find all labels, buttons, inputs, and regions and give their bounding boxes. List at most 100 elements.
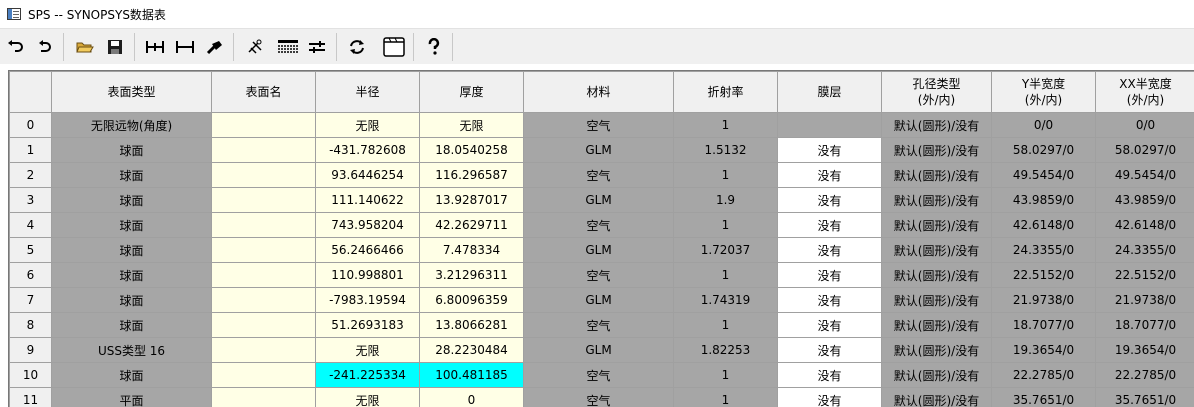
list-button[interactable]: [277, 36, 299, 58]
y-semi-width-cell[interactable]: 42.6148/0: [991, 212, 1096, 238]
surface-type-cell[interactable]: 球面: [51, 287, 212, 313]
xx-semi-width-header[interactable]: XX半宽度 (外/内): [1095, 71, 1194, 113]
refractive-index-cell[interactable]: 1: [673, 162, 778, 188]
xx-semi-width-cell[interactable]: 42.6148/0: [1095, 212, 1194, 238]
surface-name-cell[interactable]: [211, 162, 316, 188]
y-semi-width-cell[interactable]: 43.9859/0: [991, 187, 1096, 213]
surface-type-cell[interactable]: 无限远物(角度): [51, 112, 212, 138]
material-cell[interactable]: GLM: [523, 237, 674, 263]
y-semi-width-cell[interactable]: 22.5152/0: [991, 262, 1096, 288]
delete-surface-button[interactable]: [174, 36, 196, 58]
y-semi-width-cell[interactable]: 35.7651/0: [991, 387, 1096, 407]
thickness-cell[interactable]: 7.478334: [419, 237, 524, 263]
surface-type-cell[interactable]: 平面: [51, 387, 212, 407]
xx-semi-width-cell[interactable]: 18.7077/0: [1095, 312, 1194, 338]
y-semi-width-header[interactable]: Y半宽度 (外/内): [991, 71, 1096, 113]
aperture-type-cell[interactable]: 默认(圆形)/没有: [881, 187, 992, 213]
radius-cell[interactable]: 无限: [315, 337, 420, 363]
row-number[interactable]: 2: [9, 162, 52, 188]
material-cell[interactable]: GLM: [523, 287, 674, 313]
row-number[interactable]: 5: [9, 237, 52, 263]
aperture-type-cell[interactable]: 默认(圆形)/没有: [881, 137, 992, 163]
radius-cell[interactable]: 743.958204: [315, 212, 420, 238]
xx-semi-width-cell[interactable]: 19.3654/0: [1095, 337, 1194, 363]
table-row[interactable]: 5 球面 56.2466466 7.478334 GLM 1.72037 没有 默认(圆形)/…: [9, 237, 1194, 263]
surface-name-cell[interactable]: [211, 287, 316, 313]
surface-name-cell[interactable]: [211, 212, 316, 238]
material-cell[interactable]: GLM: [523, 187, 674, 213]
thickness-cell[interactable]: 6.80096359: [419, 287, 524, 313]
radius-cell[interactable]: 110.998801: [315, 262, 420, 288]
material-cell[interactable]: 空气: [523, 312, 674, 338]
refractive-index-cell[interactable]: 1.72037: [673, 237, 778, 263]
aperture-type-cell[interactable]: 默认(圆形)/没有: [881, 237, 992, 263]
surface-name-cell[interactable]: [211, 337, 316, 363]
surface-name-header[interactable]: 表面名: [211, 71, 316, 113]
surface-name-cell[interactable]: [211, 262, 316, 288]
row-number[interactable]: 3: [9, 187, 52, 213]
table-row[interactable]: 2 球面 93.6446254 116.296587 空气 1 没有 默认(圆形)/没有 49.…: [9, 162, 1194, 188]
coating-cell[interactable]: 没有: [777, 187, 882, 213]
radius-cell[interactable]: 111.140622: [315, 187, 420, 213]
table-row[interactable]: 1 球面 -431.782608 18.0540258 GLM 1.5132 没有 默认(圆形…: [9, 137, 1194, 163]
aperture-type-cell[interactable]: 默认(圆形)/没有: [881, 312, 992, 338]
help-button[interactable]: [423, 36, 445, 58]
row-number[interactable]: 7: [9, 287, 52, 313]
surface-name-cell[interactable]: [211, 112, 316, 138]
table-row[interactable]: 3 球面 111.140622 13.9287017 GLM 1.9 没有 默认(圆形)/没有…: [9, 187, 1194, 213]
refractive-index-cell[interactable]: 1: [673, 362, 778, 388]
refractive-index-cell[interactable]: 1: [673, 212, 778, 238]
radius-cell[interactable]: 无限: [315, 112, 420, 138]
surface-name-cell[interactable]: [211, 312, 316, 338]
material-cell[interactable]: 空气: [523, 387, 674, 407]
xx-semi-width-cell[interactable]: 43.9859/0: [1095, 187, 1194, 213]
surface-type-cell[interactable]: 球面: [51, 162, 212, 188]
thickness-cell[interactable]: 42.2629711: [419, 212, 524, 238]
surface-name-cell[interactable]: [211, 237, 316, 263]
surface-type-header[interactable]: 表面类型: [51, 71, 212, 113]
surface-type-cell[interactable]: USS类型 16: [51, 337, 212, 363]
stop-button[interactable]: [204, 36, 226, 58]
radius-cell[interactable]: -241.225334: [315, 362, 420, 388]
xx-semi-width-cell[interactable]: 22.5152/0: [1095, 262, 1194, 288]
radius-cell[interactable]: -7983.19594: [315, 287, 420, 313]
aperture-type-cell[interactable]: 默认(圆形)/没有: [881, 362, 992, 388]
thickness-cell[interactable]: 100.481185: [419, 362, 524, 388]
table-row[interactable]: 4 球面 743.958204 42.2629711 空气 1 没有 默认(圆形)/没有 42.…: [9, 212, 1194, 238]
row-number[interactable]: 8: [9, 312, 52, 338]
material-cell[interactable]: 空气: [523, 262, 674, 288]
row-number[interactable]: 0: [9, 112, 52, 138]
coating-cell[interactable]: 没有: [777, 287, 882, 313]
radius-header[interactable]: 半径: [315, 71, 420, 113]
surface-type-cell[interactable]: 球面: [51, 212, 212, 238]
y-semi-width-cell[interactable]: 58.0297/0: [991, 137, 1096, 163]
xx-semi-width-cell[interactable]: 24.3355/0: [1095, 237, 1194, 263]
material-cell[interactable]: 空气: [523, 212, 674, 238]
radius-cell[interactable]: 51.2693183: [315, 312, 420, 338]
surface-name-cell[interactable]: [211, 362, 316, 388]
thickness-cell[interactable]: 13.9287017: [419, 187, 524, 213]
xx-semi-width-cell[interactable]: 21.9738/0: [1095, 287, 1194, 313]
refractive-index-cell[interactable]: 1.74319: [673, 287, 778, 313]
y-semi-width-cell[interactable]: 18.7077/0: [991, 312, 1096, 338]
row-number[interactable]: 4: [9, 212, 52, 238]
thickness-cell[interactable]: 18.0540258: [419, 137, 524, 163]
coating-cell[interactable]: 没有: [777, 337, 882, 363]
material-cell[interactable]: GLM: [523, 137, 674, 163]
table-row[interactable]: 9 USS类型 16 无限 28.2230484 GLM 1.82253 没有 默认(圆形)/…: [9, 337, 1194, 363]
coating-cell[interactable]: 没有: [777, 362, 882, 388]
table-row[interactable]: 0 无限远物(角度) 无限 无限 空气 1 默认(圆形)/没有 0/0 0/0: [9, 112, 1194, 138]
y-semi-width-cell[interactable]: 19.3654/0: [991, 337, 1096, 363]
insert-surface-button[interactable]: [144, 36, 166, 58]
thickness-cell[interactable]: 28.2230484: [419, 337, 524, 363]
refractive-index-cell[interactable]: 1.82253: [673, 337, 778, 363]
aperture-type-cell[interactable]: 默认(圆形)/没有: [881, 337, 992, 363]
aperture-type-cell[interactable]: 默认(圆形)/没有: [881, 162, 992, 188]
y-semi-width-cell[interactable]: 22.2785/0: [991, 362, 1096, 388]
radius-cell[interactable]: 无限: [315, 387, 420, 407]
y-semi-width-cell[interactable]: 24.3355/0: [991, 237, 1096, 263]
row-number[interactable]: 11: [9, 387, 52, 407]
radius-cell[interactable]: 93.6446254: [315, 162, 420, 188]
undo-button[interactable]: [5, 36, 27, 58]
radius-cell[interactable]: 56.2466466: [315, 237, 420, 263]
